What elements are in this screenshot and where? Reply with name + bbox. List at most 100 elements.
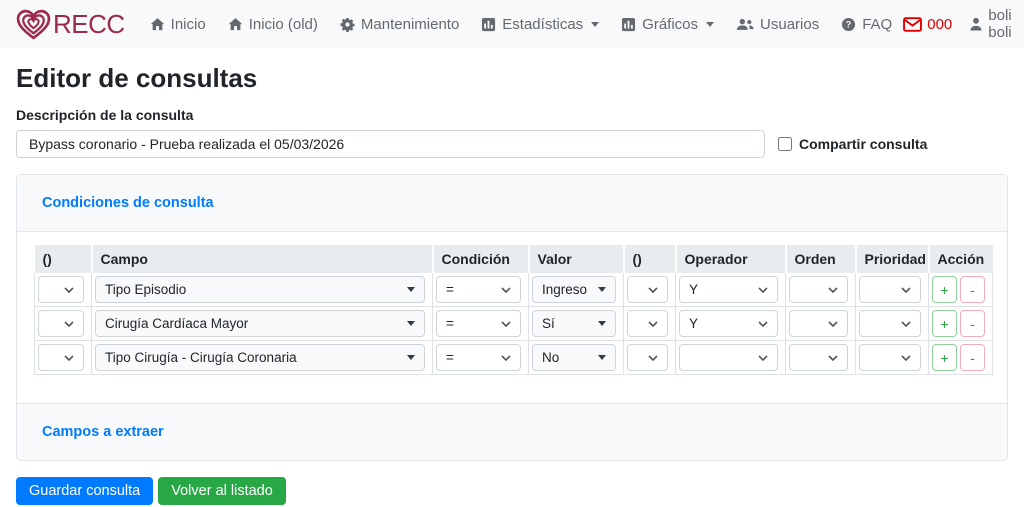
messages-count: 000 <box>927 15 953 33</box>
messages-link[interactable]: 000 <box>903 16 952 33</box>
condition-select[interactable]: = <box>436 276 521 303</box>
save-query-button[interactable]: Guardar consulta <box>16 477 154 505</box>
brand-logo[interactable]: RECC <box>16 9 125 40</box>
col-condicion: Condición <box>431 245 529 273</box>
caret-down-icon <box>598 287 606 292</box>
condition-row: Tipo Cirugía - Cirugía Coronaria = No + - <box>34 340 993 375</box>
nav-item-inicio[interactable]: Inicio <box>139 16 217 33</box>
chevron-down-icon <box>64 286 74 293</box>
chevron-down-icon <box>901 320 911 327</box>
remove-condition-button[interactable]: - <box>960 310 985 337</box>
extract-section-toggle[interactable]: Campos a extraer <box>42 424 164 440</box>
order-select[interactable] <box>789 310 848 337</box>
description-row: Compartir consulta <box>16 130 1008 158</box>
caret-down-icon <box>407 321 415 326</box>
add-condition-button[interactable]: + <box>932 276 957 303</box>
nav-label: FAQ <box>862 15 893 33</box>
operator-select[interactable] <box>679 344 778 371</box>
operator-select[interactable]: Y <box>679 276 778 303</box>
field-select[interactable]: Cirugía Cardíaca Mayor <box>95 310 425 337</box>
footer-actions: Guardar consulta Volver al listado <box>16 477 1008 505</box>
col-operador: Operador <box>674 245 786 273</box>
caret-down-icon <box>598 355 606 360</box>
field-select[interactable]: Tipo Cirugía - Cirugía Coronaria <box>95 344 425 371</box>
description-label: Descripción de la consulta <box>16 107 194 123</box>
chevron-down-icon <box>64 354 74 361</box>
condition-row: Cirugía Cardíaca Mayor = Sí Y + - <box>34 306 993 341</box>
nav-label: Usuarios <box>760 15 820 33</box>
chevron-down-icon <box>501 320 511 327</box>
add-condition-button[interactable]: + <box>932 344 957 371</box>
condition-select[interactable]: = <box>436 344 521 371</box>
chevron-down-icon <box>901 286 911 293</box>
paren-open-select[interactable] <box>38 310 84 337</box>
paren-open-select[interactable] <box>38 344 84 371</box>
users-icon <box>736 18 754 31</box>
value-select[interactable]: No <box>532 344 616 371</box>
operator-select[interactable]: Y <box>679 310 778 337</box>
page-title: Editor de consultas <box>16 63 258 93</box>
home-icon <box>150 17 165 32</box>
nav-label: Gráficos <box>642 15 699 33</box>
chevron-down-icon <box>828 286 838 293</box>
nav-label: Mantenimiento <box>360 15 460 33</box>
field-select[interactable]: Tipo Episodio <box>95 276 425 303</box>
nav-label: Inicio (old) <box>248 15 318 33</box>
description-input[interactable] <box>16 130 765 158</box>
priority-select[interactable] <box>859 344 921 371</box>
chevron-down-icon <box>758 354 768 361</box>
envelope-icon <box>903 16 923 32</box>
conditions-section-header: Condiciones de consulta <box>17 175 1007 232</box>
bar-chart-icon <box>481 17 496 32</box>
priority-select[interactable] <box>859 310 921 337</box>
user-menu[interactable]: boli boli <box>969 7 1012 41</box>
nav-item-faq[interactable]: ? FAQ <box>830 16 903 33</box>
gear-icon <box>340 17 355 32</box>
col-prioridad: Prioridad <box>854 245 929 273</box>
paren-close-select[interactable] <box>627 344 668 371</box>
nav-item-estadisticas[interactable]: Estadísticas <box>470 16 610 33</box>
value-select[interactable]: Sí <box>532 310 616 337</box>
remove-condition-button[interactable]: - <box>960 344 985 371</box>
user-icon <box>969 17 983 31</box>
svg-text:?: ? <box>846 19 851 29</box>
caret-down-icon <box>706 21 715 27</box>
chevron-down-icon <box>648 320 658 327</box>
paren-close-select[interactable] <box>627 310 668 337</box>
col-campo: Campo <box>90 245 433 273</box>
condition-select[interactable]: = <box>436 310 521 337</box>
nav-item-graficos[interactable]: Gráficos <box>610 16 725 33</box>
nav-item-mantenimiento[interactable]: Mantenimiento <box>329 16 470 33</box>
nav-item-usuarios[interactable]: Usuarios <box>725 16 830 33</box>
col-paren-open: () <box>34 245 92 273</box>
back-to-list-button[interactable]: Volver al listado <box>158 477 286 505</box>
caret-down-icon <box>407 287 415 292</box>
value-select[interactable]: Ingreso <box>532 276 616 303</box>
share-checkbox[interactable] <box>778 137 792 151</box>
conditions-section-toggle[interactable]: Condiciones de consulta <box>42 195 214 211</box>
paren-open-select[interactable] <box>38 276 84 303</box>
main-content: Editor de consultas Descripción de la co… <box>0 63 1024 505</box>
remove-condition-button[interactable]: - <box>960 276 985 303</box>
add-condition-button[interactable]: + <box>932 310 957 337</box>
nav-links: Inicio Inicio (old) Mantenimiento Estadí… <box>139 16 904 33</box>
chevron-down-icon <box>828 320 838 327</box>
chevron-down-icon <box>501 286 511 293</box>
col-orden: Orden <box>784 245 856 273</box>
navbar-right: 000 boli boli Salir <box>903 7 1024 41</box>
bar-chart-icon <box>621 17 636 32</box>
order-select[interactable] <box>789 276 848 303</box>
order-select[interactable] <box>789 344 848 371</box>
chevron-down-icon <box>901 354 911 361</box>
condition-row: Tipo Episodio = Ingreso Y + - <box>34 273 993 307</box>
priority-select[interactable] <box>859 276 921 303</box>
col-valor: Valor <box>527 245 624 273</box>
paren-close-select[interactable] <box>627 276 668 303</box>
col-accion: Acción <box>927 245 993 273</box>
nav-label: Inicio <box>170 15 206 33</box>
nav-item-inicio-old[interactable]: Inicio (old) <box>217 16 329 33</box>
chevron-down-icon <box>758 320 768 327</box>
brand-name: RECC <box>53 8 125 39</box>
user-name: boli boli <box>988 7 1012 41</box>
chevron-down-icon <box>758 286 768 293</box>
